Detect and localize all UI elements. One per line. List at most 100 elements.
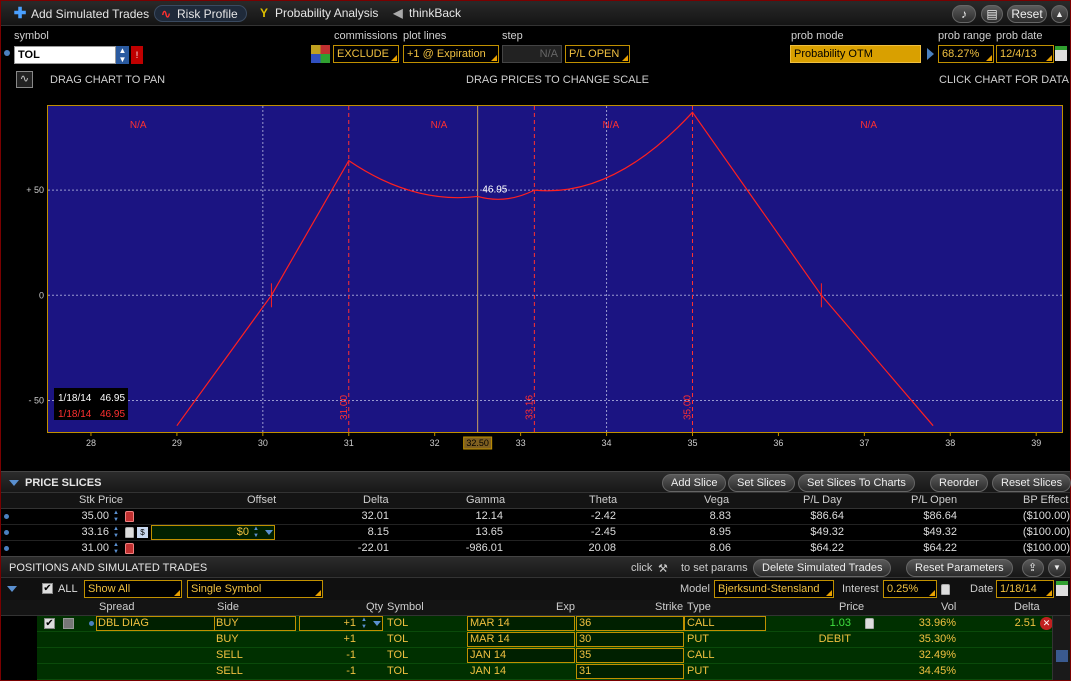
add-slice-button[interactable]: Add Slice	[662, 474, 727, 492]
date-input[interactable]: 1/18/14	[996, 580, 1054, 598]
qty-dropdown-icon[interactable]	[373, 621, 381, 626]
risk-profile-icon: ∿	[160, 7, 172, 21]
symbol-dropdown-icon[interactable]: ▲ ▼	[116, 46, 129, 64]
lock-icon[interactable]	[125, 511, 134, 522]
pos-vol: 34.45%	[918, 665, 956, 677]
interest-input[interactable]: 0.25%	[883, 580, 937, 598]
x-tick-label: 29	[172, 438, 182, 448]
prob-range-input[interactable]: 68.27%	[938, 45, 994, 63]
lock-icon[interactable]	[125, 527, 134, 538]
row-dot-icon	[4, 530, 9, 535]
position-row[interactable]: BUY +1 TOL MAR 14 30 PUT DEBIT 35.30%	[1, 632, 1052, 648]
add-simulated-trades-button[interactable]: ✚ Add Simulated Trades	[13, 5, 149, 22]
col-vega: Vega	[704, 494, 730, 506]
play-arrow-icon[interactable]	[927, 48, 934, 60]
legend-date: 1/18/14	[58, 393, 92, 404]
collapse-positions-button[interactable]: ▼	[1048, 559, 1066, 577]
qty-spinner-icon[interactable]: ▲ ▼	[361, 617, 369, 631]
print-button[interactable]: ▤	[981, 5, 1003, 23]
symbol-input[interactable]: TOL	[14, 46, 116, 64]
slice-gamma: 13.65	[475, 526, 503, 538]
slice-row[interactable]: 33.16 ▲ ▼ $ $0 ▲ ▼ 8.15 13.65 -2.45 8.95 $49.32 $49.…	[1, 525, 1070, 541]
tab-risk-profile[interactable]: ∿ Risk Profile	[154, 5, 247, 22]
collapse-button[interactable]: ▲	[1051, 5, 1068, 23]
interest-lock-icon[interactable]	[941, 584, 950, 595]
price-spinner-icon[interactable]: ▲ ▼	[113, 510, 121, 524]
dollar-icon[interactable]: $	[137, 527, 148, 538]
positions-column-header: Spread Side Qty Symbol Exp Strike Type P…	[1, 600, 1070, 616]
slice-price[interactable]: 31.00	[61, 542, 109, 554]
strike-select[interactable]	[576, 632, 684, 647]
prob-mode-select[interactable]: Probability OTM	[790, 45, 921, 63]
offset-dropdown-icon[interactable]	[265, 530, 273, 535]
position-row[interactable]: SELL -1 TOL JAN 14 35 CALL 32.49%	[1, 648, 1052, 664]
scrollbar-thumb[interactable]	[1056, 650, 1068, 662]
pos-strike: 36	[579, 617, 592, 629]
symbol-mode-select[interactable]: Single Symbol	[187, 580, 323, 598]
show-select[interactable]: Show All	[84, 580, 182, 598]
row-dot-icon	[89, 621, 94, 626]
model-select[interactable]: Bjerksund-Stensland	[714, 580, 834, 598]
slice-row[interactable]: 31.00 ▲ ▼ -22.01 -986.01 20.08 8.06 $64.22 $64.2…	[1, 541, 1070, 557]
pl-mode-select[interactable]: P/L OPEN	[565, 45, 630, 63]
pos-type: PUT	[687, 633, 709, 645]
price-lock-icon[interactable]	[865, 618, 874, 629]
prob-date-input[interactable]: 12/4/13	[996, 45, 1054, 63]
pos-qty: -1	[346, 649, 356, 661]
alert-bell-button[interactable]: ♪	[952, 5, 976, 23]
reorder-button[interactable]: Reorder	[930, 474, 988, 492]
positions-scrollbar[interactable]	[1052, 616, 1070, 680]
price-spinner-icon[interactable]: ▲ ▼	[113, 526, 121, 540]
pos-type: CALL	[687, 649, 715, 661]
x-tick-label: 39	[1031, 438, 1041, 448]
expand-icon[interactable]	[7, 586, 17, 592]
strike-select[interactable]	[576, 616, 684, 631]
export-button[interactable]: ⇪	[1022, 559, 1044, 577]
set-slices-button[interactable]: Set Slices	[728, 474, 795, 492]
strike-select[interactable]	[576, 648, 684, 663]
slice-price[interactable]: 35.00	[61, 510, 109, 522]
interest-label: Interest	[842, 583, 879, 595]
price-spinner-icon[interactable]: ▲ ▼	[113, 542, 121, 556]
symbol-alert-icon[interactable]: !	[131, 46, 143, 64]
symbol-label: symbol	[14, 30, 49, 42]
color-grid-icon[interactable]	[311, 45, 330, 63]
plot-lines-select[interactable]: +1 @ Expiration	[403, 45, 499, 63]
tab-thinkback[interactable]: ◀ thinkBack	[391, 5, 461, 22]
commissions-select[interactable]: EXCLUDE	[333, 45, 399, 63]
col-bp-effect: BP Effect	[1023, 494, 1069, 506]
reset-slices-button[interactable]: Reset Slices	[992, 474, 1071, 492]
price-slices-header: PRICE SLICES Add Slice Set Slices Set Sl…	[1, 471, 1071, 493]
chart-settings-icon[interactable]: ∿	[16, 71, 33, 88]
offset-spinner-icon[interactable]: ▲ ▼	[253, 526, 261, 540]
reset-button[interactable]: Reset	[1007, 5, 1047, 23]
reset-parameters-button[interactable]: Reset Parameters	[906, 559, 1013, 577]
col-delta: Delta	[363, 494, 389, 506]
risk-profile-chart[interactable]: + 50 0 - 50 28 29 30 31 32 33 34 35 36 37 38 39 31.00 33…	[0, 100, 1071, 455]
date-calendar-icon[interactable]	[1056, 581, 1068, 596]
position-row[interactable]: ✔ ▲ ▼ ✕ DBL DIAG BUY +1 TOL MAR 14 36 CALL 1.03 33.9…	[1, 616, 1053, 632]
slice-marker-label: 35.00	[682, 395, 693, 420]
position-row[interactable]: SELL -1 TOL JAN 14 31 PUT 34.45%	[1, 664, 1052, 680]
row-dot-icon	[4, 546, 9, 551]
tab-probability-analysis[interactable]: Y Probability Analysis	[257, 5, 378, 22]
lock-icon[interactable]	[125, 543, 134, 554]
slice-theta: -2.42	[590, 510, 616, 522]
row-toggle[interactable]	[63, 618, 74, 629]
col-side: Side	[217, 601, 240, 613]
calendar-icon[interactable]	[1055, 46, 1067, 61]
slice-row[interactable]: 35.00 ▲ ▼ 32.01 12.14 -2.42 8.83 $86.64 $86.64 ($…	[1, 509, 1070, 525]
slice-vega: 8.83	[709, 510, 731, 522]
step-input[interactable]: N/A	[502, 45, 562, 63]
strike-select[interactable]	[576, 664, 684, 679]
pos-exp: JAN 14	[470, 649, 507, 661]
row-checkbox[interactable]: ✔	[44, 618, 55, 629]
col-offset: Offset	[247, 494, 277, 506]
col-gamma: Gamma	[466, 494, 506, 506]
set-slices-to-charts-button[interactable]: Set Slices To Charts	[798, 474, 915, 492]
slice-price[interactable]: 33.16	[61, 526, 109, 538]
value-label: 46.95	[482, 184, 507, 195]
all-checkbox[interactable]: ✔	[42, 583, 53, 594]
delete-simulated-trades-button[interactable]: Delete Simulated Trades	[753, 559, 892, 577]
pos-price: DEBIT	[818, 633, 851, 645]
